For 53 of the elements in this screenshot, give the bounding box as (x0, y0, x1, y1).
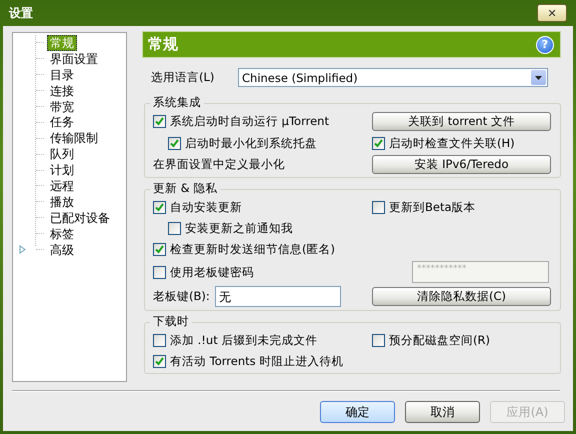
hint-text: 在界面设置中定义最小化 (153, 157, 285, 172)
checkbox[interactable] (153, 354, 166, 368)
sidebar-item[interactable]: 连接 (47, 82, 77, 99)
checkbox[interactable] (153, 334, 166, 346)
sidebar-item[interactable]: 高级 (47, 242, 77, 258)
sidebar-item[interactable]: 已配对设备 (47, 210, 113, 226)
checkbox-label[interactable]: 预分配磁盘空间(R) (389, 332, 490, 348)
action-button[interactable]: 安装 IPv6/Teredo (372, 155, 551, 174)
language-dropdown[interactable]: Chinese (Simplified) (238, 68, 548, 87)
checkbox[interactable] (168, 136, 181, 150)
checkbox-label[interactable]: 安装更新之前通知我 (185, 220, 293, 236)
sidebar-item[interactable]: 远程 (47, 178, 77, 194)
sidebar-item[interactable]: 队列 (47, 146, 77, 162)
sidebar-item[interactable]: 传输限制 (47, 130, 101, 146)
checkbox-label[interactable]: 检查更新时发送细节信息(匿名) (170, 242, 335, 256)
field-label: 选用语言(L) (151, 70, 216, 85)
action-button[interactable]: 关联到 torrent 文件 (372, 112, 551, 131)
group-title: 下载时 (150, 314, 192, 328)
checkbox-label[interactable]: 更新到Beta版本 (389, 200, 476, 214)
checkbox-label[interactable]: 启动时最小化到系统托盘 (185, 136, 317, 150)
checkbox-label[interactable]: 自动安装更新 (170, 200, 242, 214)
sidebar-item[interactable]: 标签 (47, 226, 77, 242)
checkbox-label[interactable]: 启动时检查文件关联(H) (389, 136, 515, 150)
input-field[interactable]: 无 (214, 286, 341, 307)
sidebar-item[interactable]: 计划 (47, 162, 77, 178)
checkbox[interactable] (153, 266, 166, 278)
dialog-button[interactable]: 确定 (320, 401, 395, 423)
group-title: 系统集成 (150, 95, 204, 109)
action-button[interactable]: 清除隐私数据(C) (372, 287, 551, 306)
field-label: 老板键(B): (153, 289, 210, 304)
checkbox-label[interactable]: 使用老板键密码 (170, 264, 254, 280)
sidebar-item[interactable]: 界面设置 (47, 50, 101, 67)
checkbox[interactable] (153, 242, 166, 256)
group-title: 更新 & 隐私 (150, 181, 220, 195)
window-title: 设置 (9, 4, 33, 22)
checkbox[interactable] (372, 200, 385, 214)
dropdown-arrow-icon (535, 76, 542, 80)
checkbox[interactable] (372, 334, 385, 346)
panel-title: 常规 (148, 35, 178, 54)
sidebar-item[interactable]: 任务 (47, 114, 77, 130)
checkbox[interactable] (168, 222, 181, 234)
close-button[interactable]: ✕ (537, 4, 567, 22)
dialog-button[interactable]: 取消 (405, 401, 480, 423)
expand-icon[interactable] (19, 244, 26, 254)
checkbox-label[interactable]: 添加 .!ut 后辍到未完成文件 (170, 332, 318, 348)
checkbox[interactable] (153, 115, 166, 128)
checkbox[interactable] (372, 136, 385, 150)
sidebar-item[interactable]: 目录 (47, 66, 77, 83)
checkbox-label[interactable]: 系统启动时自动运行 µTorrent (170, 114, 329, 129)
sidebar-item[interactable]: 带宽 (47, 98, 77, 115)
checkbox-label[interactable]: 有活动 Torrents 时阻止进入待机 (170, 354, 344, 368)
checkbox[interactable] (153, 200, 166, 214)
sidebar-item[interactable]: 播放 (47, 194, 77, 210)
